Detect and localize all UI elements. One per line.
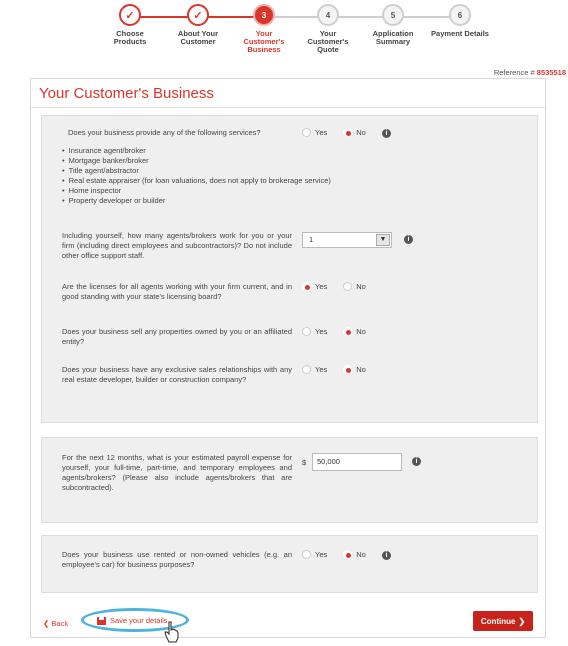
vehicles-no-label: No	[356, 550, 366, 559]
services-question: Does your business provide any of the fo…	[68, 128, 261, 137]
step-label: Choose Products	[113, 29, 147, 46]
continue-button[interactable]: Continue ❯	[473, 611, 533, 631]
vehicles-yes-label: Yes	[315, 550, 328, 559]
sell-properties-yes-radio[interactable]	[302, 327, 311, 336]
business-form-card: Your Customer's Business Does your busin…	[30, 78, 546, 643]
step-number: 4	[317, 4, 339, 26]
save-details-link[interactable]: Save your details	[97, 616, 168, 625]
currency-symbol: $	[302, 458, 307, 467]
services-yes-label: Yes	[315, 128, 328, 137]
step-label: Payment Details	[431, 29, 489, 38]
sell-properties-no-label: No	[356, 327, 366, 336]
payroll-question: For the next 12 months, what is your est…	[62, 453, 292, 492]
back-label: Back	[51, 619, 69, 628]
services-yes-radio[interactable]	[302, 128, 311, 137]
agents-count-select[interactable]: 1 ▼	[302, 232, 392, 248]
vehicles-panel: Does your business use rented or non-own…	[41, 535, 538, 593]
chevron-left-icon: ❮	[43, 619, 50, 628]
exclusive-sales-radio-group: Yes No	[302, 365, 366, 374]
step-customer-quote: 4 Your Customer's Quote	[293, 4, 363, 54]
agents-count-question: Including yourself, how many agents/brok…	[62, 231, 292, 260]
check-icon: ✓	[187, 4, 209, 26]
list-item: Property developer or builder	[62, 196, 331, 206]
exclusive-sales-no-label: No	[356, 365, 366, 374]
back-link[interactable]: ❮ Back	[43, 619, 68, 628]
services-radio-group: Yes No	[302, 128, 366, 137]
questions-panel: Does your business provide any of the fo…	[41, 115, 538, 423]
licenses-yes-label: Yes	[315, 282, 328, 291]
info-icon[interactable]: i	[382, 551, 391, 560]
list-item: Mortgage banker/broker	[62, 156, 331, 166]
info-icon[interactable]: i	[404, 235, 413, 244]
payroll-panel: For the next 12 months, what is your est…	[41, 437, 538, 523]
sell-properties-no-radio[interactable]	[343, 327, 353, 336]
exclusive-sales-yes-radio[interactable]	[302, 365, 311, 374]
agents-count-value: 1	[309, 235, 314, 244]
vehicles-no-radio[interactable]	[343, 550, 353, 559]
services-list: Insurance agent/broker Mortgage banker/b…	[62, 146, 331, 206]
step-number: 3	[253, 4, 275, 26]
exclusive-sales-question: Does your business have any exclusive sa…	[62, 365, 292, 384]
check-icon: ✓	[119, 4, 141, 26]
save-icon	[97, 616, 106, 625]
step-number: 5	[382, 4, 404, 26]
step-customer-business: 3 Your Customer's Business	[229, 4, 299, 54]
services-no-radio[interactable]	[343, 128, 353, 137]
list-item: Title agent/abstractor	[62, 166, 331, 176]
vehicles-question: Does your business use rented or non-own…	[62, 550, 292, 569]
step-label: Your Customer's Quote	[307, 29, 349, 54]
chevron-right-icon: ❯	[518, 616, 526, 626]
sell-properties-question: Does your business sell any properties o…	[62, 327, 292, 346]
list-item: Real estate appraiser (for loan valuatio…	[62, 176, 331, 186]
exclusive-sales-yes-label: Yes	[315, 365, 328, 374]
step-label: Your Customer's Business	[243, 29, 285, 54]
licenses-radio-group: Yes No	[302, 282, 366, 291]
vehicles-radio-group: Yes No	[302, 550, 366, 559]
licenses-no-radio[interactable]	[343, 282, 353, 291]
hand-cursor-icon	[164, 621, 179, 643]
step-label: Application Summary	[372, 29, 414, 46]
chevron-down-icon: ▼	[376, 234, 390, 246]
sell-properties-yes-label: Yes	[315, 327, 328, 336]
step-choose-products[interactable]: ✓ Choose Products	[95, 4, 165, 46]
save-label: Save your details	[110, 616, 168, 625]
licenses-question: Are the licenses for all agents working …	[62, 282, 292, 301]
licenses-yes-radio[interactable]	[302, 282, 311, 291]
step-payment-details: 6 Payment Details	[420, 4, 500, 38]
step-label: About Your Customer	[177, 29, 219, 46]
reference-value: 8535518	[536, 68, 566, 77]
reference-label: Reference #	[493, 68, 535, 77]
step-application-summary: 5 Application Summary	[358, 4, 428, 46]
list-item: Home inspector	[62, 186, 331, 196]
reference-number: Reference # 8535518	[494, 68, 566, 77]
title-divider	[31, 107, 545, 108]
progress-stepper: ✓ Choose Products ✓ About Your Customer …	[95, 4, 505, 66]
continue-label: Continue	[480, 616, 516, 626]
licenses-no-label: No	[356, 282, 366, 291]
step-about-customer[interactable]: ✓ About Your Customer	[163, 4, 233, 46]
sell-properties-radio-group: Yes No	[302, 327, 366, 336]
step-number: 6	[449, 4, 471, 26]
page-title: Your Customer's Business	[39, 85, 214, 102]
info-icon[interactable]: i	[382, 129, 391, 138]
vehicles-yes-radio[interactable]	[302, 550, 311, 559]
exclusive-sales-no-radio[interactable]	[343, 365, 353, 374]
services-no-label: No	[356, 128, 366, 137]
info-icon[interactable]: i	[412, 457, 421, 466]
list-item: Insurance agent/broker	[62, 146, 331, 156]
payroll-input[interactable]: 50,000	[312, 453, 402, 471]
